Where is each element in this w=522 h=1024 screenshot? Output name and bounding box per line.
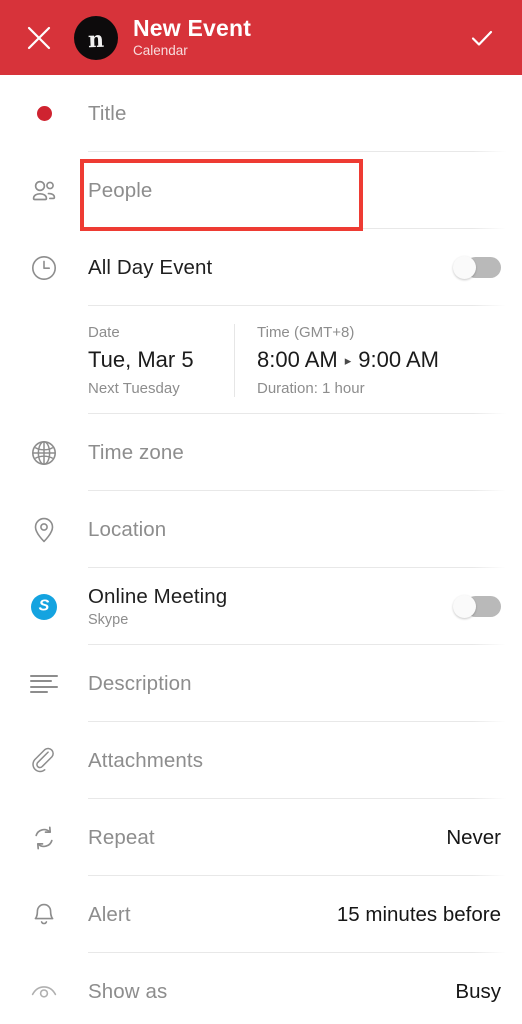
row-description[interactable]: Description [0, 645, 522, 722]
app-header: n New Event Calendar [0, 0, 522, 75]
paperclip-icon [32, 747, 54, 772]
clock-icon [32, 255, 56, 280]
datetime-icon-cell [0, 306, 88, 414]
eye-icon-cell [0, 953, 88, 1024]
alert-value[interactable]: 15 minutes before [325, 903, 501, 927]
row-alert[interactable]: Alert 15 minutes before [0, 876, 522, 953]
eye-icon [31, 985, 57, 998]
globe-icon [32, 440, 56, 465]
show-as-label: Show as [88, 979, 168, 1003]
people-icon-cell [0, 152, 88, 229]
location-input[interactable]: Location [88, 518, 166, 542]
new-event-screen: n New Event Calendar Title People All Da… [0, 0, 522, 1024]
close-button[interactable] [18, 17, 60, 59]
repeat-label: Repeat [88, 825, 155, 849]
people-field-body[interactable]: People [88, 152, 522, 229]
location-body[interactable]: Location [88, 491, 522, 568]
row-show-as[interactable]: Show as Busy [0, 953, 522, 1024]
all-day-label: All Day Event [88, 255, 213, 279]
skype-icon-letter: S [38, 597, 50, 614]
all-day-toggle[interactable] [453, 256, 501, 279]
avatar-glyph: n [87, 26, 105, 53]
people-icon [32, 180, 56, 200]
row-time-zone[interactable]: Time zone [0, 414, 522, 491]
time-arrow-icon: ▸ [344, 352, 352, 368]
avatar[interactable]: n [74, 15, 118, 60]
close-x-icon [27, 26, 51, 49]
paperclip-icon-cell [0, 722, 88, 799]
page-title: New Event [133, 15, 252, 41]
duration-text: Duration: 1 hour [257, 379, 365, 397]
repeat-icon [35, 826, 53, 849]
repeat-body[interactable]: Repeat Never [88, 799, 522, 876]
header-titles: New Event Calendar [133, 15, 460, 60]
title-input[interactable]: Title [88, 102, 126, 126]
date-column[interactable]: Date Tue, Mar 5 Next Tuesday [88, 324, 234, 397]
title-icon-cell [0, 75, 88, 152]
title-field-body[interactable]: Title [88, 75, 522, 152]
event-form: Title People All Day Event Date Tue, Mar… [0, 75, 522, 1024]
clock-icon-cell [0, 229, 88, 306]
description-input[interactable]: Description [88, 672, 192, 696]
attachments-input[interactable]: Attachments [88, 749, 203, 773]
time-zone-input[interactable]: Time zone [88, 441, 184, 465]
alert-label: Alert [88, 902, 131, 926]
row-repeat[interactable]: Repeat Never [0, 799, 522, 876]
online-meeting-toggle[interactable] [453, 595, 501, 618]
date-relative: Next Tuesday [88, 379, 180, 397]
datetime-body: Date Tue, Mar 5 Next Tuesday Time (GMT+8… [88, 306, 522, 414]
time-end[interactable]: 9:00 AM [358, 347, 439, 373]
all-day-body: All Day Event [88, 229, 522, 306]
online-meeting-body: Online Meeting Skype [88, 568, 522, 645]
toggle-thumb [453, 595, 476, 618]
time-range[interactable]: 8:00 AM ▸ 9:00 AM [257, 347, 501, 373]
page-subtitle: Calendar [133, 43, 188, 59]
checkmark-icon [471, 30, 493, 46]
bell-icon [34, 903, 54, 924]
datetime-columns: Date Tue, Mar 5 Next Tuesday Time (GMT+8… [88, 323, 501, 397]
calendar-color-dot-icon [36, 106, 52, 121]
row-date-time: Date Tue, Mar 5 Next Tuesday Time (GMT+8… [0, 306, 522, 414]
time-column[interactable]: Time (GMT+8) 8:00 AM ▸ 9:00 AM Duration:… [234, 323, 501, 397]
repeat-icon-cell [0, 799, 88, 876]
date-header: Date [88, 323, 120, 341]
description-body[interactable]: Description [88, 645, 522, 722]
date-value[interactable]: Tue, Mar 5 [88, 347, 234, 373]
online-meeting-texts: Online Meeting Skype [88, 585, 227, 628]
online-meeting-provider: Skype [88, 612, 129, 628]
time-header: Time (GMT+8) [257, 323, 355, 341]
description-icon-cell [0, 645, 88, 722]
time-start[interactable]: 8:00 AM [257, 347, 338, 373]
alert-body[interactable]: Alert 15 minutes before [88, 876, 522, 953]
repeat-value[interactable]: Never [434, 826, 501, 850]
row-online-meeting[interactable]: S Online Meeting Skype [0, 568, 522, 645]
toggle-thumb [453, 256, 476, 279]
show-as-body[interactable]: Show as Busy [88, 953, 522, 1024]
row-all-day-event[interactable]: All Day Event [0, 229, 522, 306]
map-pin-icon [34, 517, 54, 542]
online-meeting-label: Online Meeting [88, 585, 228, 608]
globe-icon-cell [0, 414, 88, 491]
row-title[interactable]: Title [0, 75, 522, 152]
row-people[interactable]: People [0, 152, 522, 229]
row-attachments[interactable]: Attachments [0, 722, 522, 799]
attachments-body[interactable]: Attachments [88, 722, 522, 799]
map-pin-icon-cell [0, 491, 88, 568]
save-button[interactable] [460, 16, 504, 60]
time-zone-body[interactable]: Time zone [88, 414, 522, 491]
people-input[interactable]: People [88, 179, 152, 203]
description-lines-icon [30, 674, 58, 694]
row-location[interactable]: Location [0, 491, 522, 568]
bell-icon-cell [0, 876, 88, 953]
skype-icon-cell: S [0, 568, 88, 645]
skype-icon: S [31, 593, 57, 620]
show-as-value[interactable]: Busy [443, 980, 501, 1004]
